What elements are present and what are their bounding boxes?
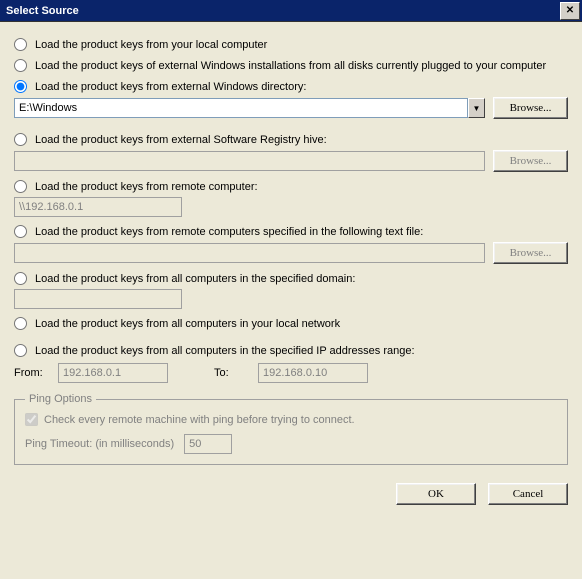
label-ip-from: From: — [14, 367, 50, 379]
cancel-button[interactable]: Cancel — [488, 483, 568, 505]
external-dir-dropdown-button[interactable]: ▼ — [468, 98, 485, 118]
radio-domain[interactable] — [14, 272, 27, 285]
radio-ip-range[interactable] — [14, 344, 27, 357]
radio-remote-file[interactable] — [14, 225, 27, 238]
remote-file-input — [14, 243, 485, 263]
label-remote[interactable]: Load the product keys from remote comput… — [35, 181, 258, 193]
ping-check-label: Check every remote machine with ping bef… — [44, 414, 355, 426]
ping-timeout-label: Ping Timeout: (in milliseconds) — [25, 438, 174, 450]
ping-options-legend: Ping Options — [25, 393, 96, 405]
remote-host-input — [14, 197, 182, 217]
radio-remote[interactable] — [14, 180, 27, 193]
dialog-body: Load the product keys from your local co… — [0, 22, 582, 513]
titlebar: Select Source ✕ — [0, 0, 582, 22]
radio-all-disks[interactable] — [14, 59, 27, 72]
radio-local-network[interactable] — [14, 317, 27, 330]
label-local[interactable]: Load the product keys from your local co… — [35, 39, 267, 51]
window-title: Select Source — [6, 5, 79, 17]
label-registry-hive[interactable]: Load the product keys from external Soft… — [35, 134, 327, 146]
label-local-network[interactable]: Load the product keys from all computers… — [35, 318, 340, 330]
ping-options-group: Ping Options Check every remote machine … — [14, 393, 568, 465]
ping-check-checkbox — [25, 413, 38, 426]
label-external-dir[interactable]: Load the product keys from external Wind… — [35, 81, 306, 93]
radio-external-dir[interactable] — [14, 80, 27, 93]
radio-local[interactable] — [14, 38, 27, 51]
label-all-disks[interactable]: Load the product keys of external Window… — [35, 60, 546, 72]
external-dir-input[interactable] — [14, 98, 468, 118]
chevron-down-icon: ▼ — [473, 104, 481, 113]
ping-timeout-input — [184, 434, 232, 454]
label-domain[interactable]: Load the product keys from all computers… — [35, 273, 355, 285]
radio-registry-hive[interactable] — [14, 133, 27, 146]
close-button[interactable]: ✕ — [560, 2, 580, 20]
ip-from-input — [58, 363, 168, 383]
label-ip-to: To: — [214, 367, 250, 379]
ok-button[interactable]: OK — [396, 483, 476, 505]
external-dir-combo-wrap: ▼ — [14, 98, 485, 118]
label-ip-range[interactable]: Load the product keys from all computers… — [35, 345, 415, 357]
remote-file-browse-button: Browse... — [493, 242, 568, 264]
label-remote-file[interactable]: Load the product keys from remote comput… — [35, 226, 423, 238]
registry-hive-browse-button: Browse... — [493, 150, 568, 172]
dialog-footer: OK Cancel — [14, 483, 568, 505]
registry-hive-input — [14, 151, 485, 171]
ip-to-input — [258, 363, 368, 383]
close-icon: ✕ — [566, 5, 574, 16]
external-dir-browse-button[interactable]: Browse... — [493, 97, 568, 119]
domain-input — [14, 289, 182, 309]
